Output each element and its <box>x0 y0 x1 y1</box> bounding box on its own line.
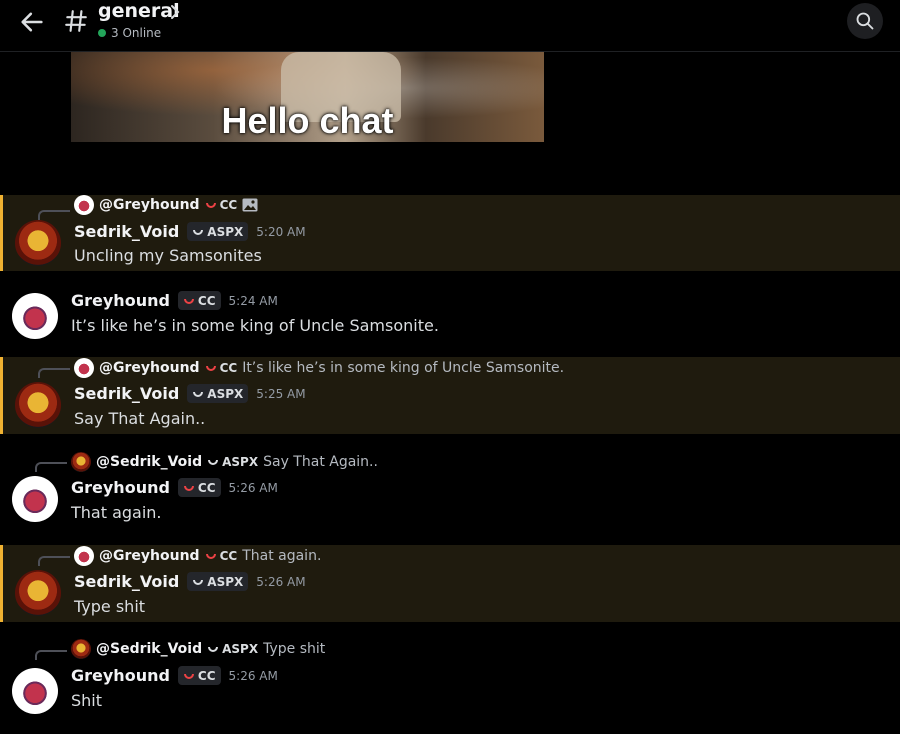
message-item[interactable]: @Sedrik_Void ASPX Type shit Greyhound CC… <box>0 622 900 734</box>
reply-avatar <box>71 452 91 472</box>
gif-embed[interactable]: Hello chat <box>71 52 544 142</box>
avatar[interactable] <box>12 668 58 714</box>
role-icon <box>208 459 219 465</box>
reply-connector <box>38 368 70 378</box>
role-icon <box>205 365 216 371</box>
timestamp: 5:26 AM <box>228 668 278 683</box>
reply-text: That again. <box>242 548 322 564</box>
role-tag: CC <box>177 666 221 685</box>
reply-connector <box>35 462 67 472</box>
message-header: Greyhound CC 5:26 AM <box>71 478 278 497</box>
role-tag: ASPX <box>187 384 249 403</box>
username[interactable]: Greyhound <box>71 291 170 310</box>
reply-username: @Sedrik_Void <box>96 641 203 657</box>
role-icon <box>193 391 204 397</box>
role-icon <box>193 579 204 585</box>
reply-avatar <box>74 358 94 378</box>
reply-role-tag: CC <box>205 196 237 215</box>
role-tag: CC <box>177 478 221 497</box>
message-text: That again. <box>71 503 162 522</box>
reply-avatar <box>71 639 91 659</box>
avatar[interactable] <box>15 382 61 428</box>
reply-connector <box>35 650 67 660</box>
username[interactable]: Sedrik_Void <box>74 384 179 403</box>
back-arrow-icon[interactable] <box>18 8 46 36</box>
role-tag: ASPX <box>187 572 249 591</box>
avatar[interactable] <box>15 220 61 266</box>
timestamp: 5:26 AM <box>228 480 278 495</box>
username[interactable]: Greyhound <box>71 666 170 685</box>
username[interactable]: Sedrik_Void <box>74 222 179 241</box>
search-button[interactable] <box>847 3 883 39</box>
reply-role-tag: CC <box>205 547 237 566</box>
role-tag: ASPX <box>187 222 249 241</box>
username[interactable]: Greyhound <box>71 478 170 497</box>
reply-preview[interactable]: @Sedrik_Void ASPX Type shit <box>71 639 325 659</box>
reply-text: It’s like he’s in some king of Uncle Sam… <box>242 360 565 376</box>
reply-text: Type shit <box>263 641 326 657</box>
message-header: Sedrik_Void ASPX 5:20 AM <box>74 222 306 241</box>
role-icon <box>205 553 216 559</box>
role-icon <box>208 646 219 652</box>
username[interactable]: Sedrik_Void <box>74 572 179 591</box>
message-header: Sedrik_Void ASPX 5:25 AM <box>74 384 306 403</box>
message-text: Type shit <box>74 597 146 616</box>
role-icon <box>183 298 194 304</box>
role-icon <box>205 202 216 208</box>
avatar[interactable] <box>12 293 58 339</box>
message-item[interactable]: @Greyhound CC It’s like he’s in some kin… <box>0 357 900 434</box>
reply-role-tag: ASPX <box>207 453 258 472</box>
role-icon <box>183 673 194 679</box>
timestamp: 5:20 AM <box>256 224 306 239</box>
reply-preview[interactable]: @Sedrik_Void ASPX Say That Again.. <box>71 452 378 472</box>
reply-role-tag: ASPX <box>207 640 258 659</box>
reply-connector <box>38 556 70 566</box>
reply-text: Say That Again.. <box>263 454 378 470</box>
message-header: Sedrik_Void ASPX 5:26 AM <box>74 572 306 591</box>
message-header: Greyhound CC 5:24 AM <box>71 291 278 310</box>
online-dot-icon <box>98 29 106 37</box>
role-tag: CC <box>177 291 221 310</box>
reply-preview[interactable]: @Greyhound CC It’s like he’s in some kin… <box>74 358 564 378</box>
reply-username: @Greyhound <box>99 360 200 376</box>
reply-avatar <box>74 546 94 566</box>
message-text: It’s like he’s in some king of Uncle Sam… <box>71 316 439 335</box>
reply-username: @Sedrik_Void <box>96 454 203 470</box>
reply-role-tag: CC <box>205 359 237 378</box>
search-icon <box>856 12 874 30</box>
message-text: Shit <box>71 691 103 710</box>
message-text: Say That Again.. <box>74 409 206 428</box>
chevron-right-icon[interactable] <box>168 4 182 20</box>
reply-avatar <box>74 195 94 215</box>
timestamp: 5:24 AM <box>228 293 278 308</box>
timestamp: 5:25 AM <box>256 386 306 401</box>
avatar[interactable] <box>12 476 58 522</box>
timestamp: 5:26 AM <box>256 574 306 589</box>
message-item[interactable]: @Greyhound CC That again. Sedrik_Void AS… <box>0 545 900 622</box>
reply-username: @Greyhound <box>99 548 200 564</box>
image-attachment-icon <box>242 198 258 212</box>
reply-username: @Greyhound <box>99 197 200 213</box>
message-header: Greyhound CC 5:26 AM <box>71 666 278 685</box>
message-text: Uncling my Samsonites <box>74 246 262 265</box>
reply-preview[interactable]: @Greyhound CC That again. <box>74 546 321 566</box>
online-count: 3 Online <box>98 26 161 40</box>
channel-header: general 3 Online <box>0 0 900 52</box>
gif-caption: Hello chat <box>221 100 394 141</box>
role-icon <box>193 229 204 235</box>
avatar[interactable] <box>15 570 61 616</box>
message-item[interactable]: @Greyhound CC Sedrik_Void ASPX 5:20 AM U… <box>0 195 900 271</box>
message-item[interactable]: @Sedrik_Void ASPX Say That Again.. Greyh… <box>0 434 900 545</box>
online-status: 3 Online <box>111 26 162 40</box>
reply-connector <box>38 210 70 220</box>
channel-hash-icon <box>65 10 87 32</box>
message-item[interactable]: Greyhound CC 5:24 AM It’s like he’s in s… <box>0 271 900 357</box>
role-icon <box>183 485 194 491</box>
reply-preview[interactable]: @Greyhound CC <box>74 195 258 215</box>
